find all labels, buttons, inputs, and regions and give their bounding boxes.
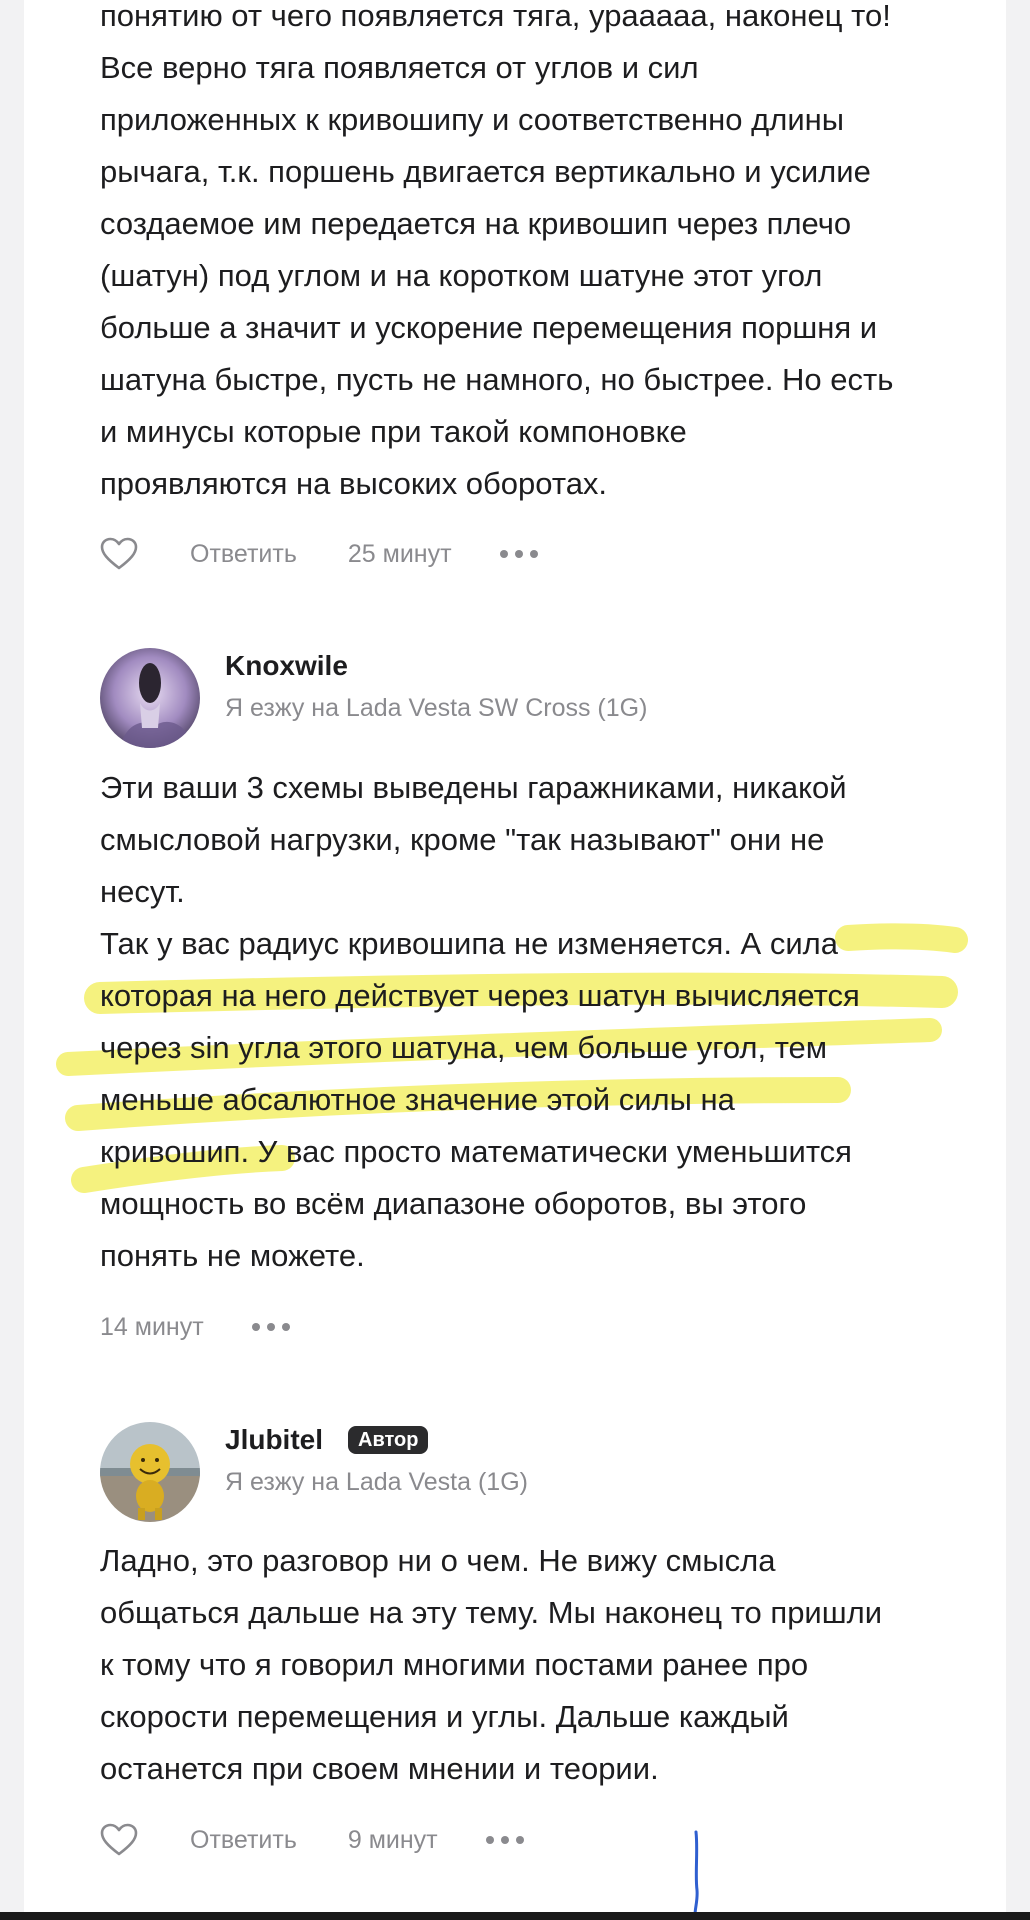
- comment-line: мощность во всём диапазоне оборотов, вы …: [100, 1186, 807, 1221]
- comment-author[interactable]: Jlubitel Автор: [225, 1424, 429, 1456]
- comment-knoxwile-actions: 14 минут: [100, 1307, 290, 1347]
- avatar[interactable]: [100, 648, 200, 748]
- heart-icon[interactable]: [100, 1823, 138, 1857]
- comment-line: понятию от чего появляется тяга, урааааа…: [100, 0, 891, 33]
- comment-line: Так у вас радиус кривошипа не изменяется…: [100, 926, 838, 961]
- heart-icon[interactable]: [100, 537, 138, 571]
- reply-button[interactable]: Ответить: [190, 1826, 297, 1855]
- comment-line: понять не можете.: [100, 1238, 365, 1273]
- comment-line: кривошип. У вас просто математически уме…: [100, 1134, 852, 1169]
- comment-jlubitel-actions: Ответить 9 минут: [100, 1820, 524, 1860]
- comment-line: и минусы которые при такой компоновке: [100, 414, 687, 449]
- comment-time: 14 минут: [100, 1312, 204, 1341]
- bottom-edge-bar: [0, 1912, 1030, 1920]
- comment-line: Ладно, это разговор ни о чем. Не вижу см…: [100, 1543, 776, 1578]
- comment-line: (шатун) под углом и на коротком шатуне э…: [100, 258, 823, 293]
- pen-mark-annotation: [693, 1830, 699, 1920]
- comment-line: больше а значит и ускорение перемещения …: [100, 310, 878, 345]
- comment-line: через sin угла этого шатуна, чем больше …: [100, 1030, 828, 1065]
- author-car: Я езжу на Lada Vesta (1G): [225, 1468, 528, 1496]
- more-options-icon[interactable]: [485, 1830, 524, 1850]
- comment-time: 9 минут: [347, 1825, 438, 1854]
- comment-line: рычага, т.к. поршень двигается вертикаль…: [100, 154, 871, 189]
- comment-knoxwile-text: Эти ваши 3 схемы выведены гаражниками, н…: [100, 762, 980, 1282]
- comment-line: скорости перемещения и углы. Дальше кажд…: [100, 1699, 789, 1734]
- avatar-knoxwile-image: [100, 648, 200, 748]
- comment-line: шатуна быстре, пусть не намного, но быст…: [100, 362, 894, 397]
- more-options-icon[interactable]: [251, 1317, 290, 1337]
- avatar[interactable]: [100, 1422, 200, 1522]
- comment-time: 25 минут: [347, 539, 452, 568]
- author-name[interactable]: Knoxwile: [225, 650, 348, 682]
- comment-line: Эти ваши 3 схемы выведены гаражниками, н…: [100, 770, 847, 805]
- comment-line: которая на него действует через шатун вы…: [100, 978, 860, 1013]
- author-car: Я езжу на Lada Vesta SW Cross (1G): [225, 694, 648, 722]
- comment-line: смысловой нагрузки, кроме "так называют"…: [100, 822, 825, 857]
- comment-jlubitel-text: Ладно, это разговор ни о чем. Не вижу см…: [100, 1535, 980, 1795]
- comment-line: создаемое им передается на кривошип чере…: [100, 206, 852, 241]
- reply-button[interactable]: Ответить: [190, 540, 297, 569]
- comment-top-text: понятию от чего появляется тяга, урааааа…: [100, 0, 980, 510]
- comment-line: проявляются на высоких оборотах.: [100, 466, 608, 501]
- comment-line: Все верно тяга появляется от углов и сил: [100, 50, 699, 85]
- author-badge: Автор: [348, 1426, 429, 1454]
- comment-top-actions: Ответить 25 минут: [100, 534, 538, 574]
- comment-line: останется при своем мнении и теории.: [100, 1751, 659, 1786]
- comment-author[interactable]: Knoxwile: [225, 650, 348, 682]
- comment-line: общаться дальше на эту тему. Мы наконец …: [100, 1595, 883, 1630]
- avatar-jlubitel-image: [100, 1422, 200, 1522]
- comment-line: меньше абсалютное значение этой силы на: [100, 1082, 735, 1117]
- comment-line: несут.: [100, 874, 185, 909]
- comment-line: приложенных к кривошипу и соответственно…: [100, 102, 845, 137]
- author-name[interactable]: Jlubitel: [225, 1424, 323, 1456]
- more-options-icon[interactable]: [499, 544, 538, 564]
- comment-line: к тому что я говорил многими постами ран…: [100, 1647, 809, 1682]
